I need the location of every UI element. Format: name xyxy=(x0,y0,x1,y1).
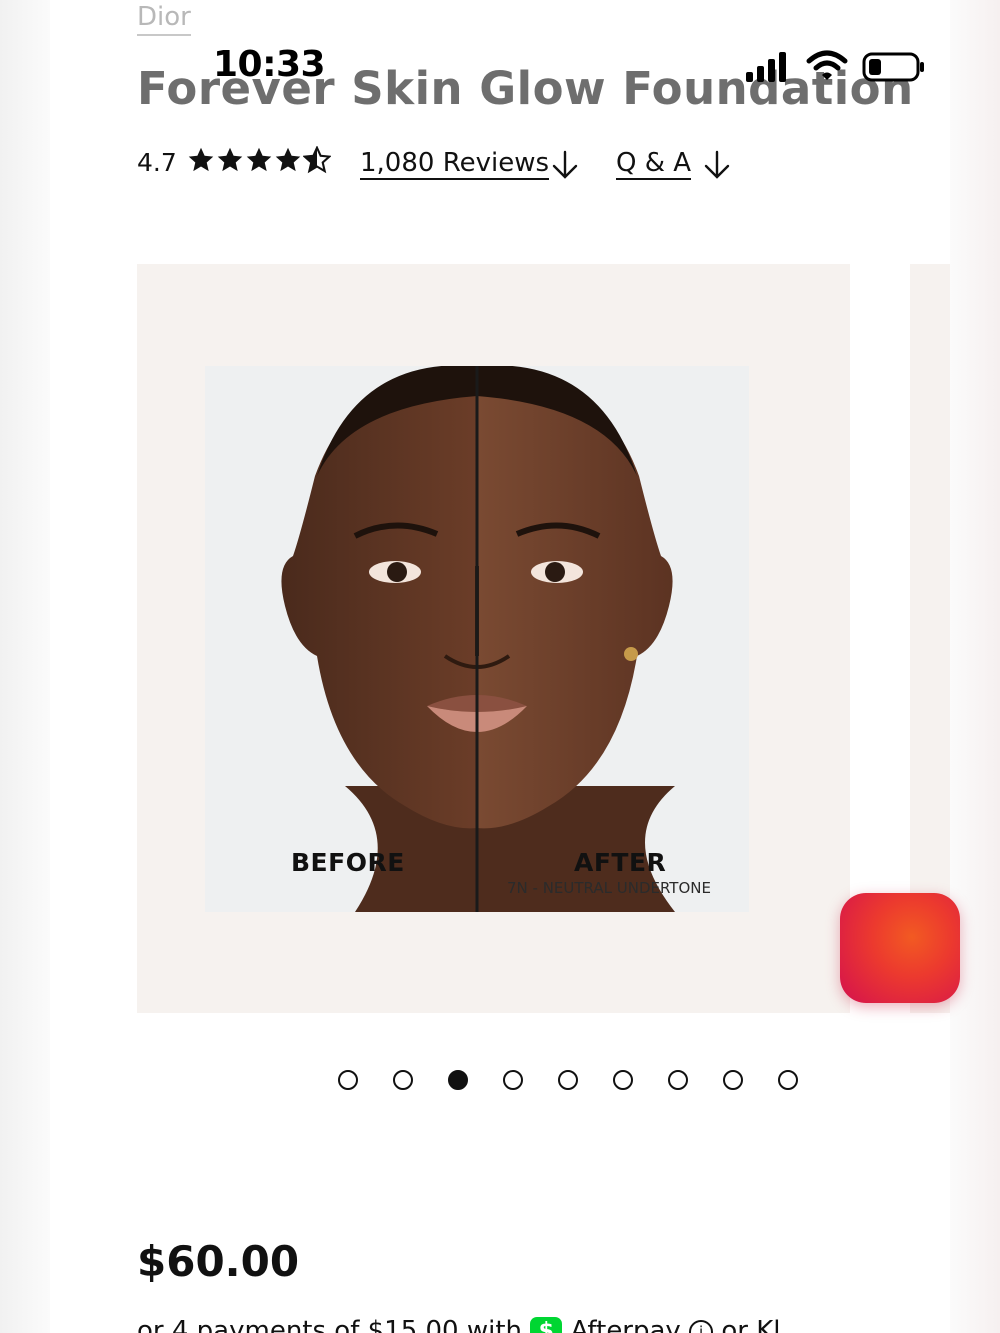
cellular-signal-icon xyxy=(746,52,786,82)
qa-link[interactable]: Q & A xyxy=(616,148,692,180)
installments-text: or 4 payments of $15.00 with $ Afterpay … xyxy=(137,1316,805,1333)
star-icon xyxy=(188,147,214,172)
reviews-link[interactable]: 1,080 Reviews xyxy=(360,148,550,180)
klarna-label: Kl... xyxy=(756,1316,806,1333)
after-label: AFTER xyxy=(574,848,667,877)
arrow-down-icon[interactable] xyxy=(703,150,731,180)
carousel-dot-active[interactable] xyxy=(448,1070,468,1090)
afterpay-label: Afterpay xyxy=(570,1316,681,1333)
battery-icon xyxy=(862,52,924,82)
carousel-dot[interactable] xyxy=(558,1070,578,1090)
carousel-dots xyxy=(338,1070,818,1092)
carousel-dot[interactable] xyxy=(338,1070,358,1090)
installments-label: or 4 payments of $15.00 with xyxy=(137,1316,523,1333)
face-illustration xyxy=(205,366,749,912)
before-after-photo xyxy=(205,366,749,912)
carousel-dot[interactable] xyxy=(723,1070,743,1090)
carousel-slide[interactable] xyxy=(137,264,850,1013)
carousel-dot[interactable] xyxy=(778,1070,798,1090)
cash-app-icon: $ xyxy=(530,1316,563,1333)
or-label: or xyxy=(721,1316,748,1333)
star-icon xyxy=(275,147,301,172)
brand-link[interactable]: Dior xyxy=(137,2,191,36)
shade-label: 7N - NEUTRAL UNDERTONE xyxy=(507,879,711,897)
wifi-icon xyxy=(806,50,848,80)
floating-action-button[interactable] xyxy=(840,893,960,1003)
rating-row: 4.7 1,080 Reviews Q & A xyxy=(137,144,897,184)
rating-value: 4.7 xyxy=(137,148,177,177)
product-page: 10:33 Dior Forever Skin Glow Foundation … xyxy=(50,0,950,1333)
half-star-icon xyxy=(303,146,331,174)
star-icon xyxy=(246,147,272,172)
star-icon xyxy=(217,147,243,172)
before-label: BEFORE xyxy=(291,848,405,877)
carousel-dot[interactable] xyxy=(503,1070,523,1090)
status-time: 10:33 xyxy=(213,44,326,85)
carousel-dot[interactable] xyxy=(393,1070,413,1090)
carousel-dot[interactable] xyxy=(668,1070,688,1090)
star-rating xyxy=(187,146,331,174)
info-icon[interactable]: i xyxy=(689,1319,714,1333)
arrow-down-icon[interactable] xyxy=(551,150,579,180)
carousel-dot[interactable] xyxy=(613,1070,633,1090)
price: $60.00 xyxy=(137,1237,300,1286)
